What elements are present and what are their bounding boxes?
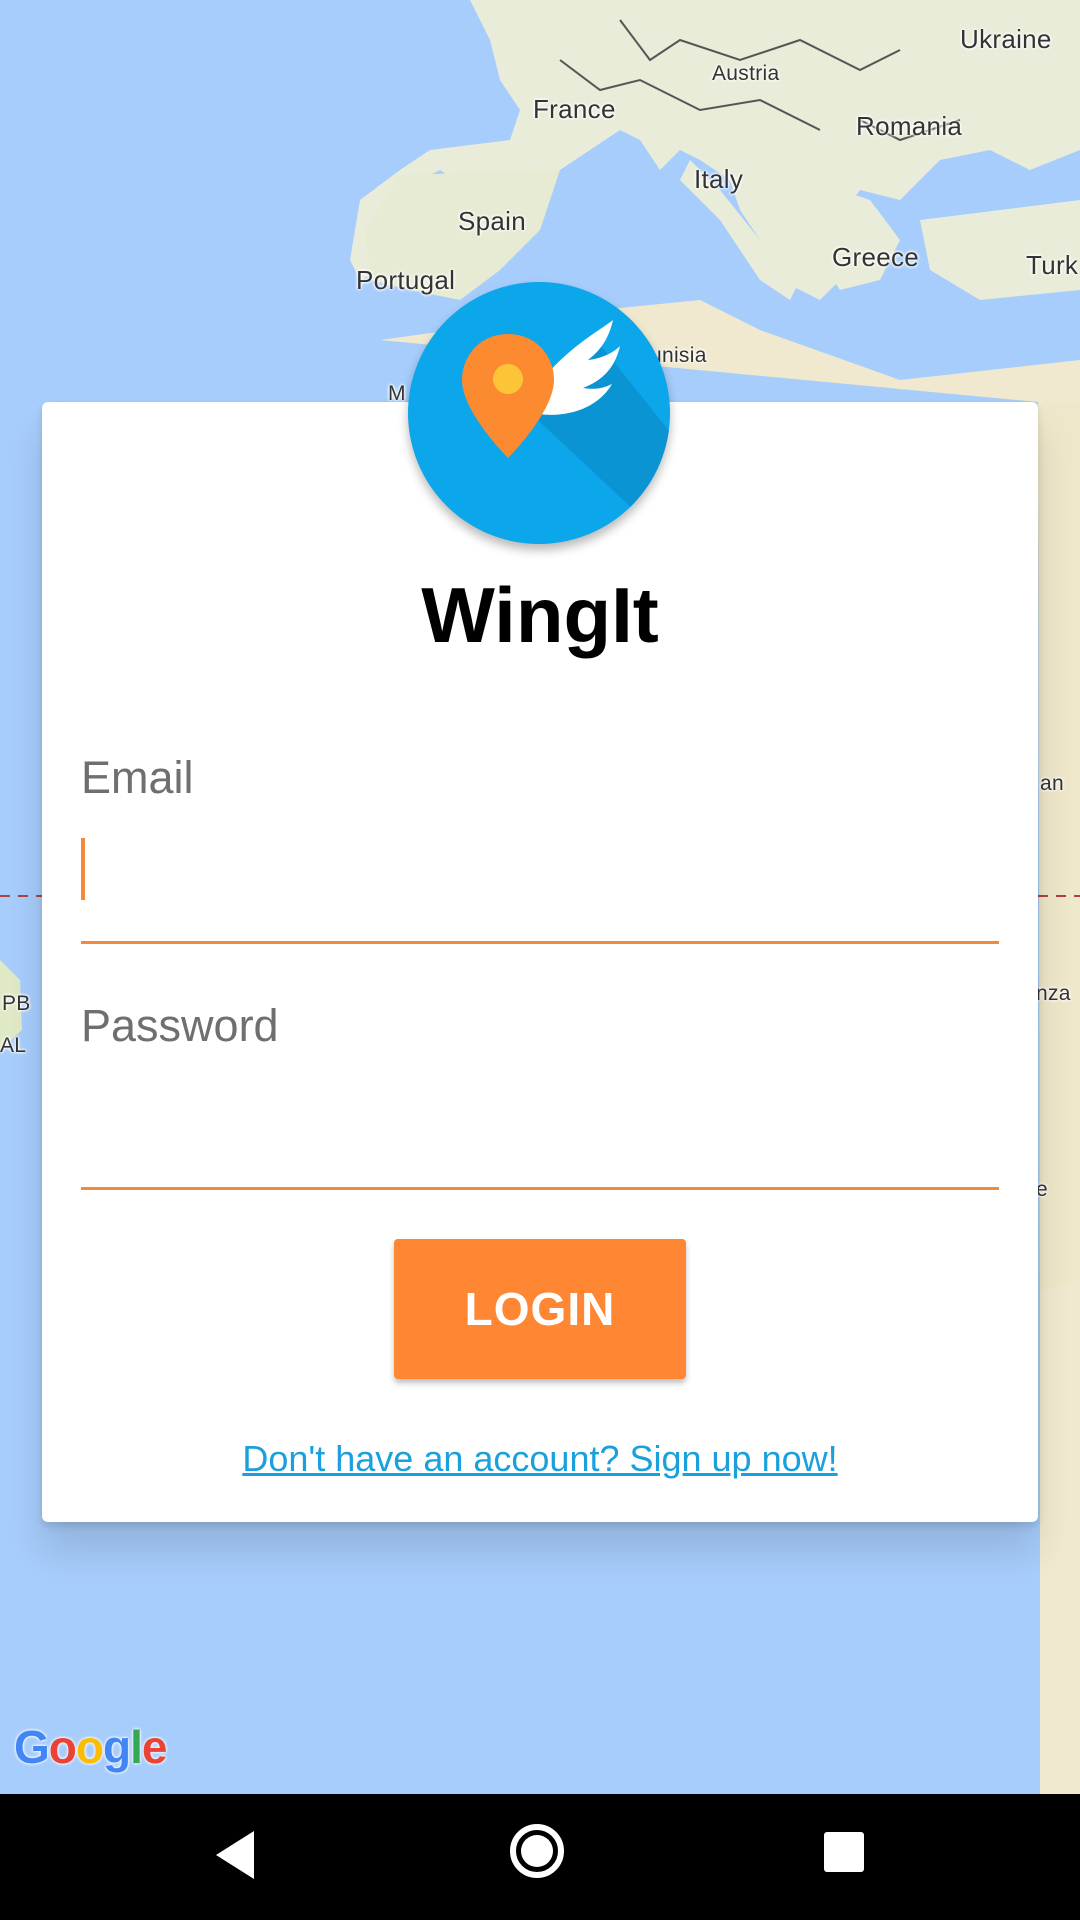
map-label-left-pb: PB	[2, 992, 31, 1015]
map-label-france: France	[533, 94, 616, 124]
app-title: WingIt	[421, 571, 659, 659]
map-label-spain: Spain	[458, 206, 526, 236]
google-attribution-logo[interactable]: Google	[14, 1720, 167, 1774]
map-label-right-an: an	[1040, 772, 1064, 795]
map-label-left-al: AL	[0, 1034, 27, 1057]
map-label-romania: Romania	[856, 111, 963, 141]
login-button[interactable]: LOGIN	[394, 1239, 686, 1379]
map-label-italy: Italy	[694, 164, 744, 194]
map-label-austria: Austria	[712, 62, 780, 85]
map-label-greece: Greece	[832, 242, 920, 272]
password-underline	[81, 1187, 999, 1190]
signup-link[interactable]: Don't have an account? Sign up now!	[0, 1438, 1080, 1480]
email-label: Email	[81, 752, 194, 803]
password-field[interactable]	[81, 1080, 1003, 1152]
email-underline	[81, 941, 999, 944]
password-label: Password	[81, 1000, 279, 1051]
home-icon[interactable]	[510, 1824, 564, 1878]
map-label-right-nza: nza	[1036, 982, 1071, 1005]
back-icon[interactable]	[216, 1831, 254, 1879]
app-logo	[408, 282, 670, 544]
email-field[interactable]	[81, 834, 1003, 906]
map-label-turkey: Turk	[1026, 250, 1079, 280]
recent-apps-icon[interactable]	[824, 1832, 864, 1872]
map-label-portugal: Portugal	[356, 265, 456, 295]
system-nav-bar	[0, 1794, 1080, 1920]
map-label-ukraine: Ukraine	[960, 24, 1052, 54]
map-pin-wing-icon	[462, 320, 670, 544]
